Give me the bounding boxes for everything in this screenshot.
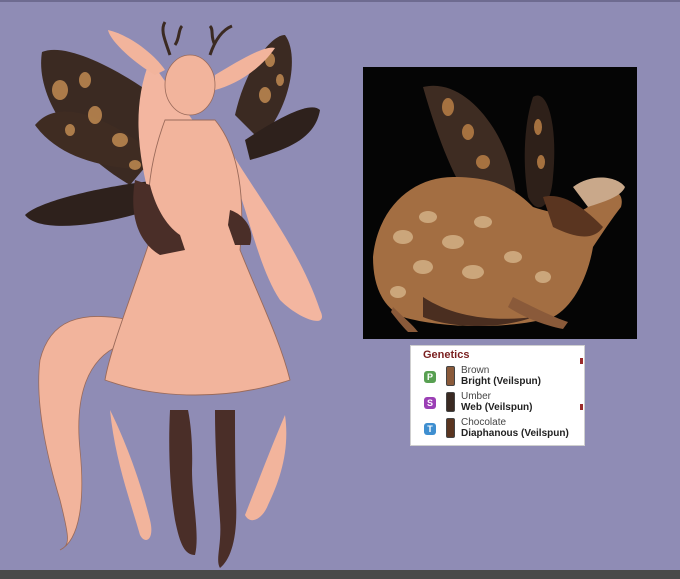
left-leg — [169, 410, 197, 555]
tertiary-gene-icon: T — [421, 419, 439, 437]
secondary-gene-trait: Web (Veilspun) — [461, 402, 533, 413]
dragon-reference-image — [363, 67, 637, 339]
panel-edge-marker — [580, 404, 583, 410]
primary-color-name: Brown — [461, 365, 490, 376]
tertiary-color-swatch — [446, 418, 455, 438]
tertiary-color-name: Chocolate — [461, 417, 507, 428]
genetics-title: Genetics — [423, 349, 470, 361]
secondary-color-swatch — [446, 392, 455, 412]
left-leg-wing — [110, 410, 152, 540]
left-ear — [108, 30, 165, 75]
secondary-gene-icon: S — [421, 393, 439, 411]
right-leg — [215, 410, 237, 568]
bottom-scrollbar[interactable] — [0, 570, 680, 579]
secondary-color-name: Umber — [461, 391, 492, 402]
dragon-wing-front — [524, 95, 555, 208]
tertiary-gene-trait: Diaphanous (Veilspun) — [461, 428, 569, 439]
primary-gene-icon: P — [421, 367, 439, 385]
head — [164, 54, 216, 116]
primary-color-swatch — [446, 366, 455, 386]
genetics-panel: Genetics P Brown Bright (Veilspun) S Umb… — [410, 345, 585, 446]
antlers — [161, 21, 233, 56]
right-leg-wing — [245, 415, 287, 521]
gene-row-tertiary: T Chocolate Diaphanous (Veilspun) — [421, 417, 583, 443]
primary-gene-trait: Bright (Veilspun) — [461, 376, 541, 387]
gene-row-secondary: S Umber Web (Veilspun) — [421, 391, 583, 417]
gene-row-primary: P Brown Bright (Veilspun) — [421, 365, 583, 391]
panel-edge-marker — [580, 358, 583, 364]
